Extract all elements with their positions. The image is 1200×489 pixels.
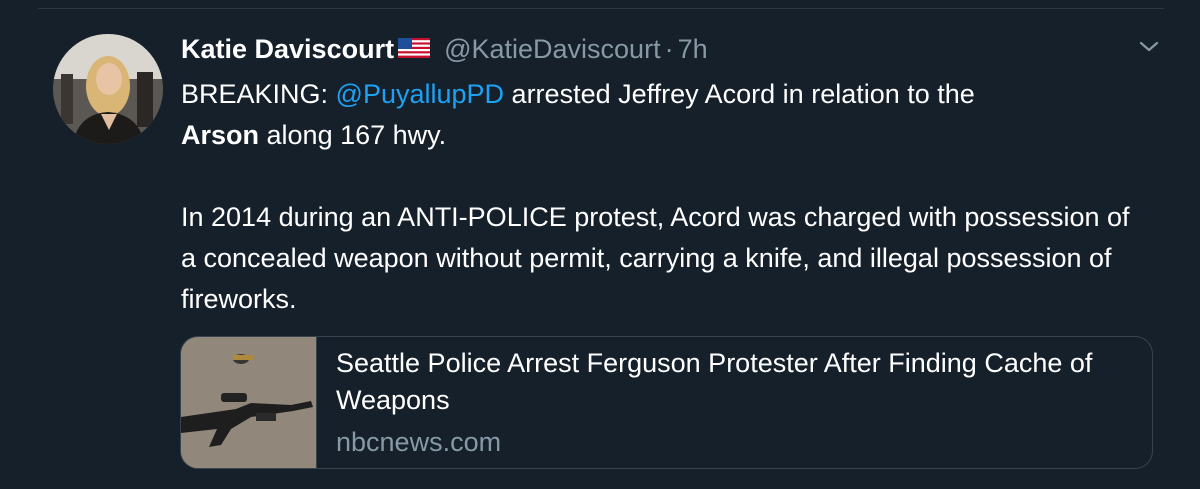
tweet-text-line-2: Arson along 167 hwy. [181,115,1141,156]
author-name[interactable]: Katie Daviscourt [181,34,394,65]
avatar-image [53,34,163,144]
link-preview-card[interactable]: Seattle Police Arrest Ferguson Protester… [180,336,1153,469]
tweet-text-line-1: BREAKING: @PuyallupPD arrested Jeffrey A… [181,74,1141,115]
card-domain: nbcnews.com [336,427,502,457]
text-suffix: arrested Jeffrey Acord in relation to th… [504,79,975,109]
us-flag-icon [398,34,431,65]
card-body: Seattle Police Arrest Ferguson Protester… [317,337,1096,468]
text-suffix-2: along 167 hwy. [259,120,447,150]
header-separator: · [664,33,674,64]
mention-link[interactable]: @PuyallupPD [336,79,505,109]
tweet-timestamp[interactable]: 7h [678,34,708,65]
tweet-header: Katie Daviscourt @KatieDaviscourt · 7h [181,30,708,68]
chevron-down-icon[interactable] [1138,38,1160,56]
card-thumbnail [181,337,317,468]
tweet-text: BREAKING: @PuyallupPD arrested Jeffrey A… [181,74,1141,320]
card-title[interactable]: Seattle Police Arrest Ferguson Protester… [336,345,1096,419]
text-prefix: BREAKING: [181,79,336,109]
author-handle[interactable]: @KatieDaviscourt [444,34,661,65]
tweet-paragraph-2: In 2014 during an ANTI-POLICE protest, A… [181,202,1130,314]
top-divider [38,8,1164,9]
bold-keyword: Arson [181,120,260,150]
avatar[interactable] [53,34,163,144]
